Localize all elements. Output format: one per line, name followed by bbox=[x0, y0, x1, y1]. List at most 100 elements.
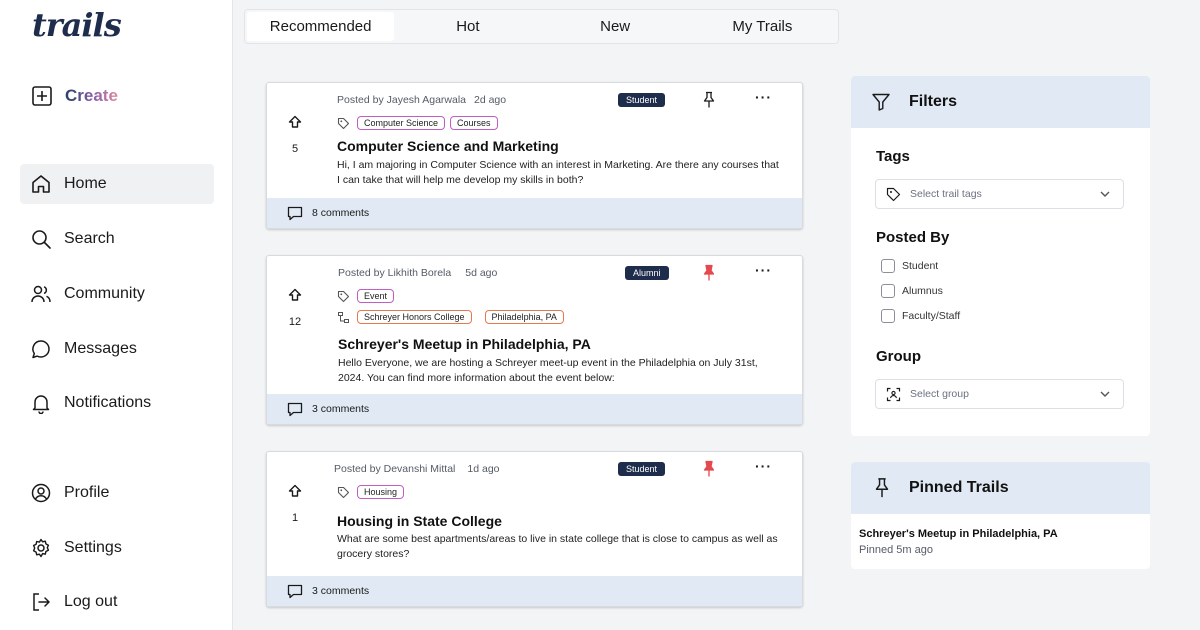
alumnus-checkbox[interactable]: Alumnus bbox=[881, 284, 943, 298]
post-author[interactable]: Posted by Likhith Borela bbox=[338, 267, 451, 279]
post-body: Hi, I am majoring in Computer Science wi… bbox=[337, 159, 779, 186]
post-author[interactable]: Posted by Devanshi Mittal bbox=[334, 463, 455, 475]
pin-icon[interactable] bbox=[701, 460, 717, 478]
comment-icon bbox=[287, 402, 303, 416]
tab-recommended[interactable]: Recommended bbox=[247, 12, 395, 41]
tag-chip[interactable]: Housing bbox=[357, 485, 405, 499]
message-icon bbox=[30, 338, 52, 360]
sidebar-item-label: Community bbox=[64, 285, 145, 302]
student-checkbox[interactable]: Student bbox=[881, 259, 938, 273]
post-footer[interactable]: 3 comments bbox=[267, 576, 802, 606]
sidebar-item-community[interactable]: Community bbox=[20, 274, 214, 314]
sidebar-item-label: Messages bbox=[64, 340, 137, 357]
more-options-icon[interactable]: ··· bbox=[755, 458, 772, 474]
post-title[interactable]: Schreyer's Meetup in Philadelphia, PA bbox=[338, 336, 591, 352]
vote-count: 12 bbox=[288, 316, 302, 328]
post-footer[interactable]: 8 comments bbox=[267, 198, 802, 228]
checkbox-label: Student bbox=[902, 260, 939, 272]
tag-chip[interactable]: Computer Science bbox=[357, 116, 446, 130]
sidebar-item-label: Settings bbox=[64, 539, 122, 556]
post-time: 5d ago bbox=[465, 267, 498, 279]
vote-count: 1 bbox=[291, 512, 299, 524]
tag-row: Computer Science Courses bbox=[337, 116, 498, 130]
tag-chip[interactable]: Courses bbox=[450, 116, 498, 130]
post-body: Hello Everyone, we are hosting a Schreye… bbox=[338, 357, 758, 384]
checkbox-box[interactable] bbox=[881, 259, 895, 273]
post-title[interactable]: Housing in State College bbox=[337, 513, 502, 529]
sidebar-item-profile[interactable]: Profile bbox=[20, 473, 214, 513]
post-title[interactable]: Computer Science and Marketing bbox=[337, 138, 559, 154]
vote-control: 1 bbox=[285, 484, 305, 524]
posted-by-section-title: Posted By bbox=[876, 229, 950, 246]
tag-icon bbox=[337, 290, 350, 302]
sidebar: trails Create Home Search Community Mess… bbox=[0, 0, 233, 630]
role-badge: Alumni bbox=[625, 266, 669, 280]
tab-my-trails[interactable]: My Trails bbox=[689, 12, 836, 41]
filter-icon bbox=[872, 93, 890, 111]
checkbox-box[interactable] bbox=[881, 309, 895, 323]
upvote-icon[interactable] bbox=[288, 115, 302, 129]
post-body: What are some best apartments/areas to l… bbox=[337, 533, 778, 560]
upvote-icon[interactable] bbox=[288, 484, 302, 498]
more-options-icon[interactable]: ··· bbox=[755, 89, 772, 105]
tag-icon bbox=[337, 117, 350, 129]
plus-square-icon bbox=[31, 85, 53, 107]
location-chip[interactable]: Philadelphia, PA bbox=[484, 310, 564, 324]
tab-new[interactable]: New bbox=[542, 12, 689, 41]
pinned-trail-title[interactable]: Schreyer's Meetup in Philadelphia, PA bbox=[859, 528, 1058, 540]
role-badge: Student bbox=[618, 462, 666, 476]
tag-row: Event bbox=[337, 289, 395, 303]
sidebar-item-settings[interactable]: Settings bbox=[20, 528, 214, 568]
post-card[interactable]: 12 Posted by Likhith Borela 5d ago Alumni… bbox=[266, 255, 803, 425]
pinned-header: Pinned Trails bbox=[851, 462, 1150, 514]
tag-chip[interactable]: Event bbox=[357, 289, 395, 303]
post-card[interactable]: 5 Posted by Jayesh Agarwala 2d ago Studen… bbox=[266, 82, 803, 229]
group-row: Schreyer Honors College Philadelphia, PA bbox=[337, 310, 564, 324]
tab-hot[interactable]: Hot bbox=[394, 12, 541, 41]
comment-icon bbox=[287, 206, 303, 220]
vote-count: 5 bbox=[291, 143, 299, 155]
sidebar-item-label: Notifications bbox=[64, 394, 152, 411]
pinned-trail-time: Pinned 5m ago bbox=[859, 544, 933, 556]
more-options-icon[interactable]: ··· bbox=[755, 262, 772, 278]
vote-control: 12 bbox=[285, 288, 305, 328]
faculty-staff-checkbox[interactable]: Faculty/Staff bbox=[881, 309, 960, 323]
filters-panel: Filters Tags Select trail tags Posted By… bbox=[851, 76, 1150, 436]
create-label: Create bbox=[65, 86, 118, 105]
group-select[interactable]: Select group bbox=[875, 379, 1124, 409]
post-footer[interactable]: 3 comments bbox=[267, 394, 802, 424]
group-section-title: Group bbox=[876, 348, 921, 365]
post-author[interactable]: Posted by Jayesh Agarwala bbox=[337, 94, 466, 106]
tags-select[interactable]: Select trail tags bbox=[875, 179, 1124, 209]
group-chip[interactable]: Schreyer Honors College bbox=[357, 310, 472, 324]
chevron-down-icon bbox=[1100, 191, 1110, 197]
chevron-down-icon bbox=[1100, 391, 1110, 397]
feed-tabs: Recommended Hot New My Trails bbox=[244, 9, 839, 44]
post-card[interactable]: 1 Posted by Devanshi Mittal 1d ago Studen… bbox=[266, 451, 803, 607]
pin-icon[interactable] bbox=[701, 264, 717, 282]
group-select-placeholder: Select group bbox=[910, 388, 969, 400]
search-icon bbox=[30, 228, 52, 250]
create-button[interactable]: Create bbox=[31, 84, 118, 108]
sidebar-item-logout[interactable]: Log out bbox=[20, 582, 214, 622]
sidebar-item-notifications[interactable]: Notifications bbox=[20, 383, 214, 423]
checkbox-label: Alumnus bbox=[902, 285, 943, 297]
home-icon bbox=[30, 173, 52, 195]
upvote-icon[interactable] bbox=[288, 288, 302, 302]
tags-select-placeholder: Select trail tags bbox=[910, 188, 982, 200]
post-meta: Posted by Jayesh Agarwala 2d ago bbox=[337, 94, 506, 106]
tags-section-title: Tags bbox=[876, 148, 910, 165]
trails-logo[interactable]: trails bbox=[32, 6, 122, 44]
sidebar-item-messages[interactable]: Messages bbox=[20, 329, 214, 369]
pin-icon[interactable] bbox=[701, 91, 717, 109]
tag-icon bbox=[886, 187, 901, 201]
role-badge: Student bbox=[618, 93, 666, 107]
comment-count: 3 comments bbox=[312, 585, 370, 597]
sidebar-item-label: Home bbox=[64, 175, 107, 192]
checkbox-box[interactable] bbox=[881, 284, 895, 298]
tag-row: Housing bbox=[337, 485, 405, 499]
vote-control: 5 bbox=[285, 115, 305, 155]
sidebar-item-home[interactable]: Home bbox=[20, 164, 214, 204]
sidebar-item-search[interactable]: Search bbox=[20, 219, 214, 259]
profile-icon bbox=[30, 482, 52, 504]
